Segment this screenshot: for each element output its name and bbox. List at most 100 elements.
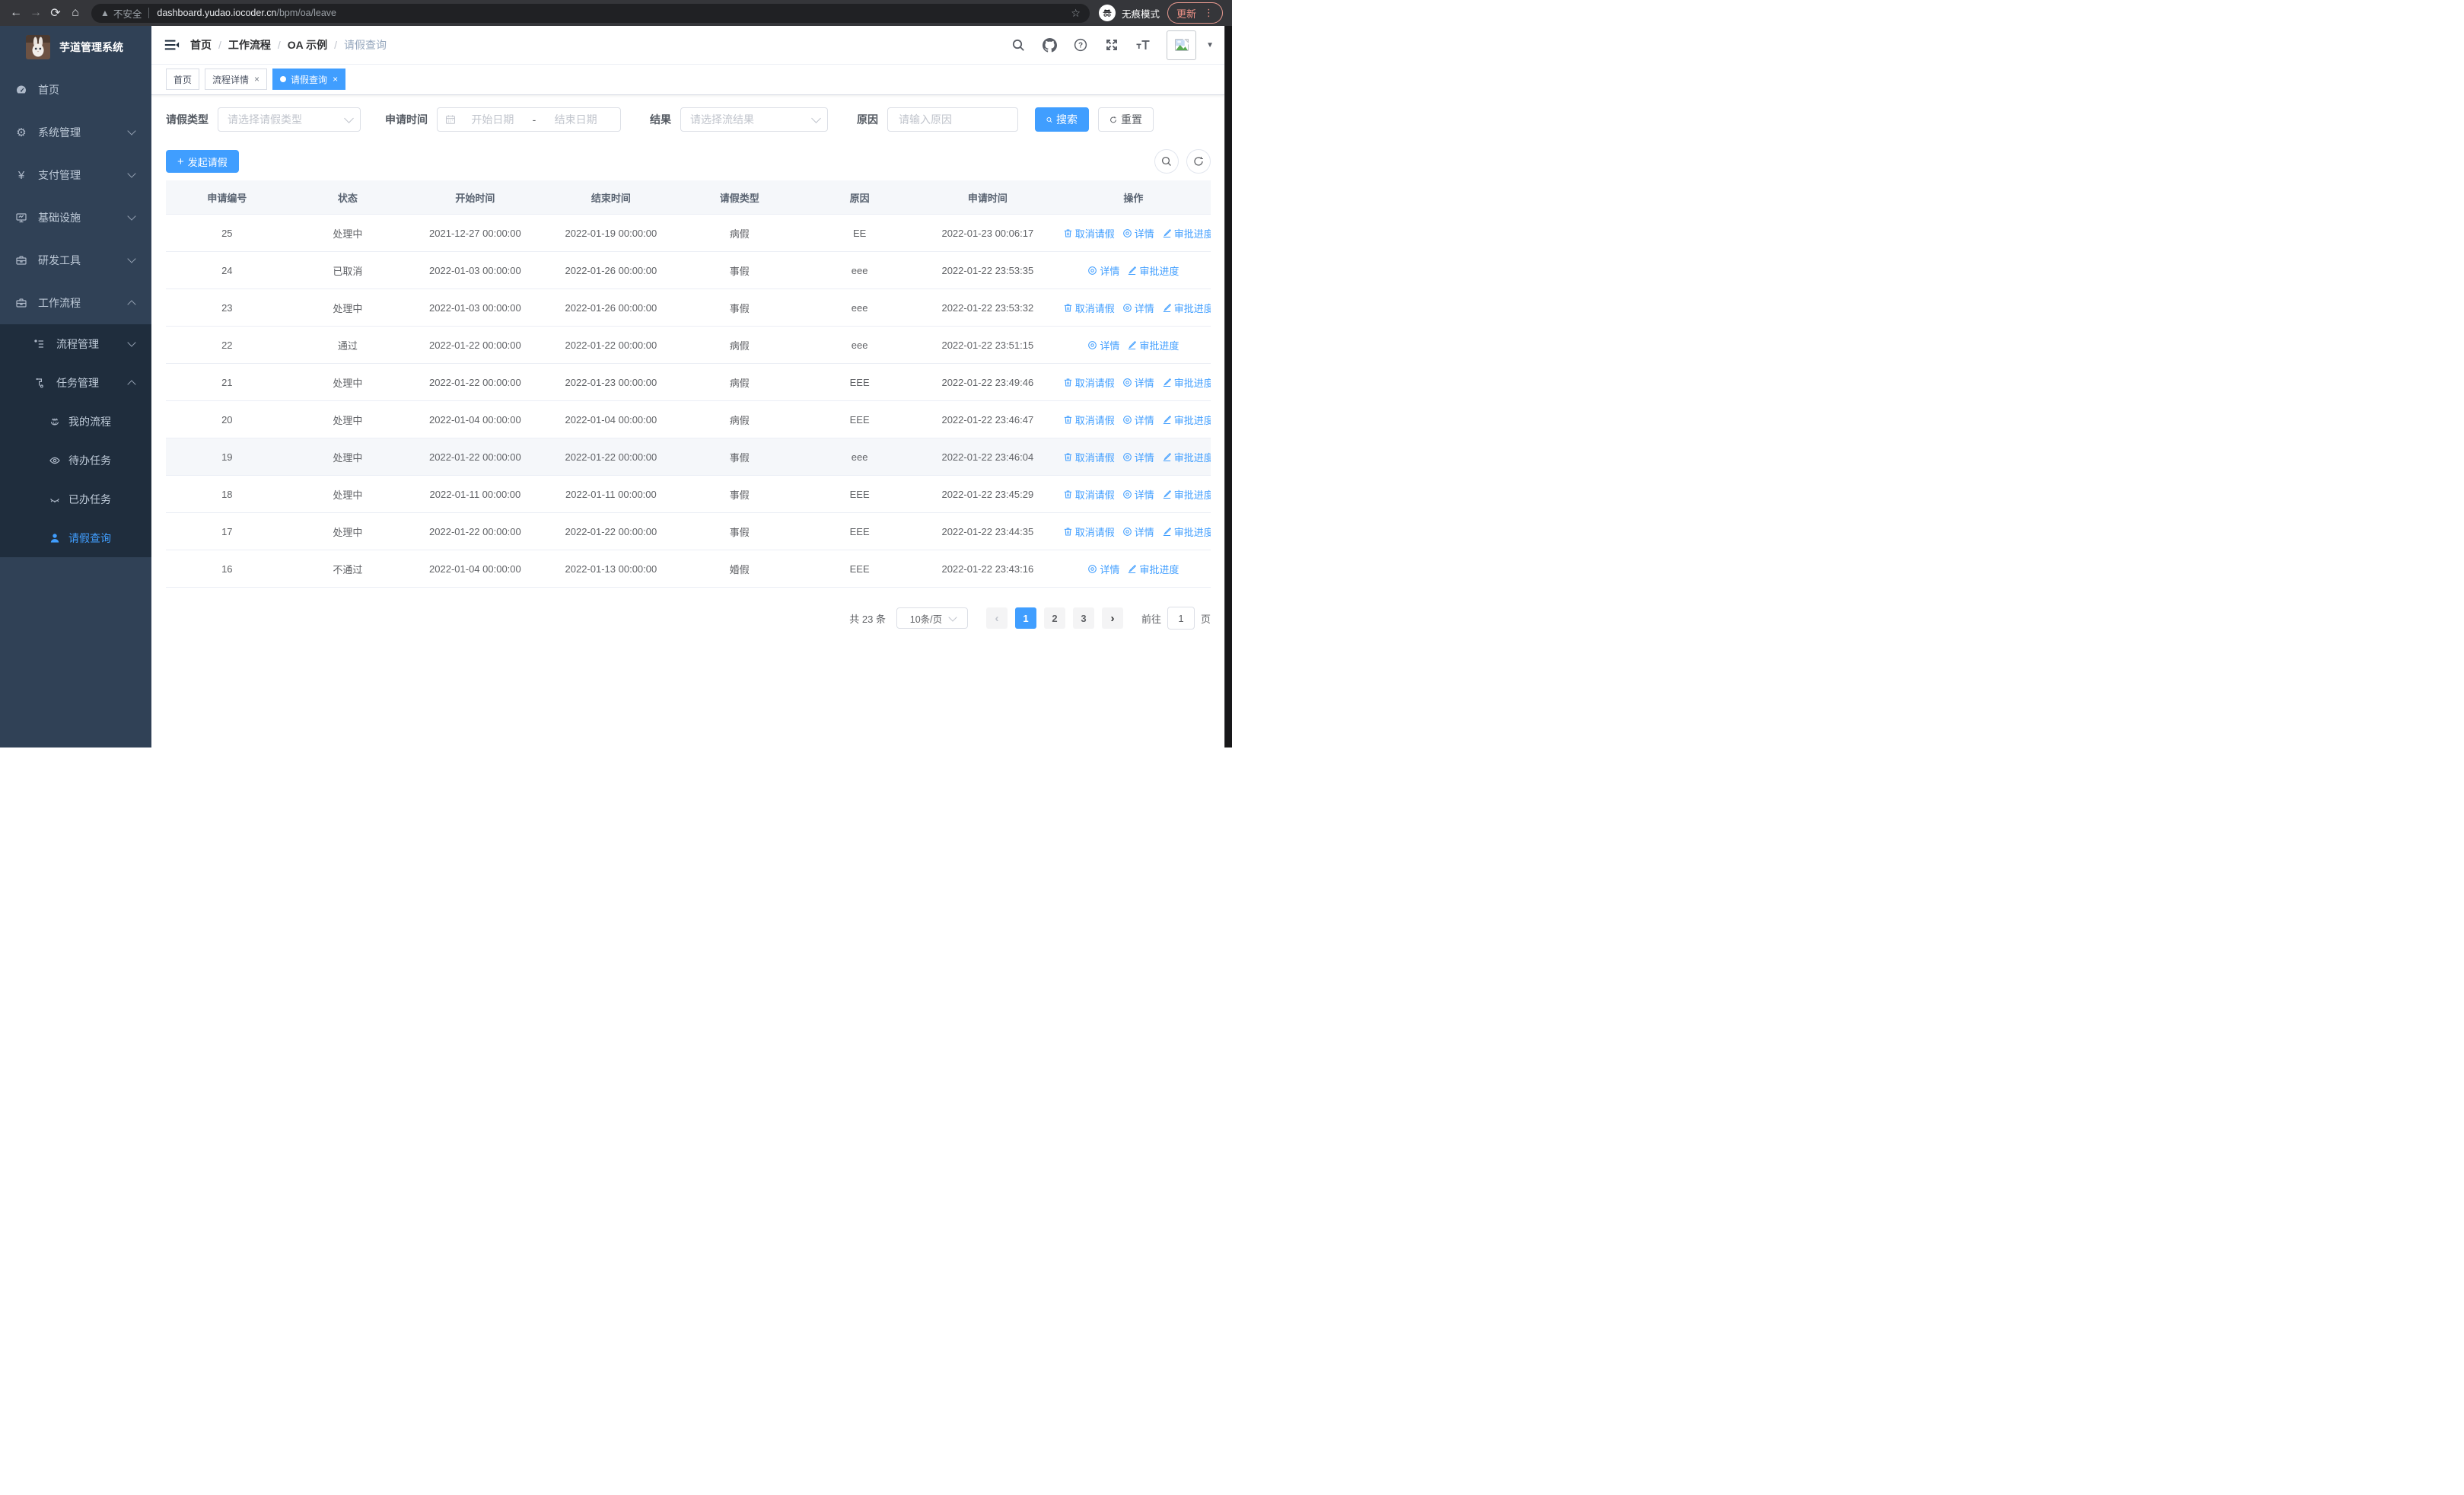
breadcrumb-oa-example[interactable]: OA 示例 — [288, 37, 327, 53]
detail-action-link[interactable]: 详情 — [1122, 524, 1154, 539]
cancel-action-link[interactable]: 取消请假 — [1063, 413, 1115, 427]
reload-icon[interactable]: ⟳ — [46, 3, 65, 23]
home-icon[interactable]: ⌂ — [65, 3, 85, 23]
sidebar-collapse-icon[interactable] — [163, 37, 180, 53]
date-range-separator: - — [532, 113, 536, 126]
leave-type-select[interactable]: 请选择请假类型 — [218, 107, 361, 132]
apply-time-range-picker[interactable]: 开始日期 - 结束日期 — [437, 107, 621, 132]
leave-type-label: 请假类型 — [166, 113, 209, 126]
breadcrumb-home[interactable]: 首页 — [190, 37, 212, 53]
progress-action-link[interactable]: 审批进度 — [1162, 524, 1211, 539]
sidebar-item-label: 待办任务 — [68, 454, 111, 467]
user-avatar[interactable] — [1167, 30, 1197, 60]
tag-process-detail[interactable]: 流程详情 × — [205, 69, 268, 90]
progress-action-link[interactable]: 审批进度 — [1127, 338, 1179, 352]
detail-action-link[interactable]: 详情 — [1122, 301, 1154, 315]
refresh-icon — [1194, 157, 1203, 166]
page-size-select[interactable]: 10条/页 — [896, 607, 968, 629]
tag-home[interactable]: 首页 — [166, 69, 200, 90]
progress-action-link[interactable]: 审批进度 — [1162, 226, 1211, 241]
detail-action-link[interactable]: 详情 — [1122, 413, 1154, 427]
progress-action-link[interactable]: 审批进度 — [1162, 375, 1211, 390]
action-label: 取消请假 — [1074, 489, 1115, 501]
cell-end: 2022-01-22 00:00:00 — [543, 326, 680, 364]
next-page-button[interactable]: › — [1101, 607, 1123, 629]
sidebar-item-system[interactable]: ⚙ 系统管理 — [0, 111, 151, 154]
tag-leave-query[interactable]: 请假查询 × — [272, 69, 346, 90]
detail-action-link[interactable]: 详情 — [1087, 338, 1119, 352]
search-button[interactable]: 搜索 — [1035, 107, 1089, 132]
font-size-icon[interactable] — [1135, 37, 1151, 53]
sidebar-item-leave-query[interactable]: 请假查询 — [0, 518, 151, 557]
goto-page-input[interactable] — [1167, 607, 1195, 630]
cancel-action-link[interactable]: 取消请假 — [1063, 301, 1115, 315]
update-button[interactable]: 更新 ⋮ — [1167, 2, 1223, 24]
create-leave-button[interactable]: + 发起请假 — [166, 150, 239, 173]
security-label[interactable]: 不安全 — [113, 6, 142, 21]
incognito-icon — [1098, 5, 1116, 21]
help-icon[interactable]: ? — [1073, 37, 1088, 53]
chevron-down-icon — [127, 254, 136, 263]
page-button-2[interactable]: 2 — [1043, 607, 1065, 629]
sidebar-item-todo-tasks[interactable]: 待办任务 — [0, 441, 151, 480]
sidebar-item-infra[interactable]: 基础设施 — [0, 196, 151, 239]
sidebar-item-my-process[interactable]: 我的流程 — [0, 402, 151, 441]
bookmark-star-icon[interactable]: ☆ — [1071, 7, 1081, 20]
detail-action-link[interactable]: 详情 — [1122, 450, 1154, 464]
table-header-row: 申请编号 状态 开始时间 结束时间 请假类型 原因 申请时间 操作 — [166, 180, 1211, 215]
github-icon[interactable] — [1042, 37, 1057, 53]
detail-action-link[interactable]: 详情 — [1087, 562, 1119, 576]
table-refresh-button[interactable] — [1186, 149, 1211, 174]
detail-action-link[interactable]: 详情 — [1122, 487, 1154, 502]
view-icon — [1122, 378, 1132, 387]
close-icon[interactable]: × — [254, 74, 259, 84]
search-icon[interactable] — [1011, 37, 1026, 53]
forward-icon[interactable]: → — [26, 3, 46, 23]
cell-id: 16 — [166, 550, 288, 588]
sidebar-item-label: 支付管理 — [38, 169, 81, 181]
progress-action-link[interactable]: 审批进度 — [1162, 487, 1211, 502]
cancel-action-link[interactable]: 取消请假 — [1063, 450, 1115, 464]
progress-action-link[interactable]: 审批进度 — [1162, 413, 1211, 427]
cancel-action-link[interactable]: 取消请假 — [1063, 487, 1115, 502]
cell-start: 2021-12-27 00:00:00 — [407, 214, 543, 252]
detail-action-link[interactable]: 详情 — [1122, 226, 1154, 241]
progress-action-link[interactable]: 审批进度 — [1162, 301, 1211, 315]
page-button-3[interactable]: 3 — [1072, 607, 1094, 629]
tags-view-bar: 首页 流程详情 × 请假查询 × — [151, 64, 1225, 95]
result-select[interactable]: 请选择流结果 — [680, 107, 828, 132]
breadcrumb-workflow[interactable]: 工作流程 — [228, 37, 271, 53]
app-header: 首页 / 工作流程 / OA 示例 / 请假查询 ? ▼ — [151, 26, 1225, 65]
sidebar-item-done-tasks[interactable]: 已办任务 — [0, 480, 151, 518]
back-icon[interactable]: ← — [6, 3, 26, 23]
fullscreen-icon[interactable] — [1104, 37, 1119, 53]
avatar-dropdown-icon[interactable]: ▼ — [1206, 41, 1214, 49]
sidebar-item-devtools[interactable]: 研发工具 — [0, 239, 151, 282]
reset-button[interactable]: 重置 — [1098, 107, 1154, 132]
sidebar-logo[interactable]: 芋道管理系统 — [0, 26, 151, 69]
progress-action-link[interactable]: 审批进度 — [1127, 263, 1179, 278]
prev-page-button[interactable]: ‹ — [985, 607, 1008, 629]
close-icon[interactable]: × — [333, 74, 338, 84]
sidebar-item-process-mgmt[interactable]: 流程管理 — [0, 324, 151, 363]
sidebar-item-task-mgmt[interactable]: 任务管理 — [0, 363, 151, 402]
view-icon — [1088, 340, 1097, 349]
cancel-action-link[interactable]: 取消请假 — [1063, 226, 1115, 241]
cell-actions: 取消请假 详情 审批进度 — [1055, 512, 1211, 550]
sidebar-item-payment[interactable]: ¥ 支付管理 — [0, 154, 151, 196]
cancel-action-link[interactable]: 取消请假 — [1063, 524, 1115, 539]
sidebar-item-home[interactable]: 首页 — [0, 69, 151, 111]
browser-menu-icon[interactable]: ⋮ — [1204, 7, 1214, 19]
detail-action-link[interactable]: 详情 — [1087, 263, 1119, 278]
reason-input[interactable] — [897, 113, 1008, 126]
table-search-toggle-button[interactable] — [1154, 149, 1179, 174]
cell-end: 2022-01-26 00:00:00 — [543, 251, 680, 289]
page-button-1[interactable]: 1 — [1014, 607, 1036, 629]
sidebar-item-workflow[interactable]: 工作流程 — [0, 282, 151, 324]
progress-action-link[interactable]: 审批进度 — [1127, 562, 1179, 576]
cancel-action-link[interactable]: 取消请假 — [1063, 375, 1115, 390]
chevron-down-icon — [811, 113, 821, 123]
detail-action-link[interactable]: 详情 — [1122, 375, 1154, 390]
progress-action-link[interactable]: 审批进度 — [1162, 450, 1211, 464]
address-bar[interactable]: ▲ 不安全 dashboard.yudao.iocoder.cn /bpm/oa… — [91, 3, 1090, 23]
